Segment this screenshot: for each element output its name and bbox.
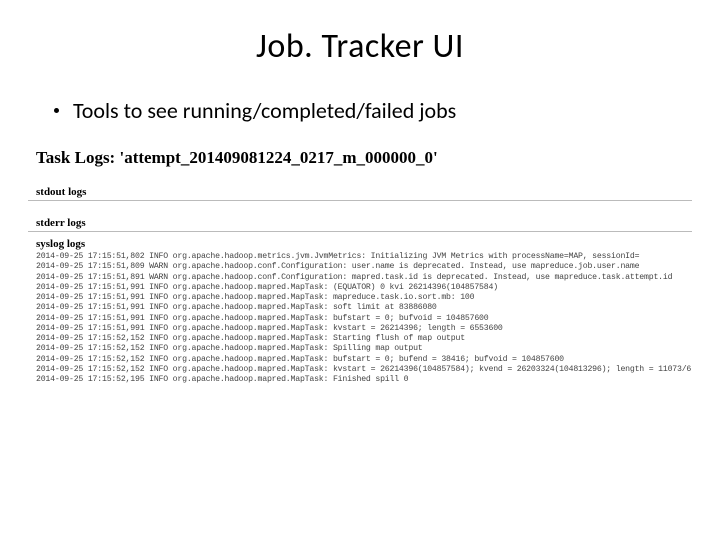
- stderr-section-label: stderr logs: [28, 217, 692, 229]
- stdout-section-label: stdout logs: [28, 186, 692, 198]
- slide: Job. Tracker UI Tools to see running/com…: [0, 0, 720, 385]
- slide-title: Job. Tracker UI: [36, 26, 684, 67]
- bullet-item: Tools to see running/completed/failed jo…: [54, 97, 684, 124]
- task-logs-heading: Task Logs: 'attempt_201409081224_0217_m_…: [28, 148, 692, 168]
- bullet-dot-icon: [54, 108, 59, 113]
- syslog-section-label: syslog logs: [28, 238, 692, 250]
- bullet-text: Tools to see running/completed/failed jo…: [73, 97, 456, 124]
- syslog-log-output: 2014-09-25 17:15:51,802 INFO org.apache.…: [28, 252, 692, 385]
- divider: [28, 231, 692, 232]
- task-logs-prefix: Task Logs:: [36, 148, 119, 167]
- embedded-screenshot: Task Logs: 'attempt_201409081224_0217_m_…: [28, 148, 692, 385]
- divider: [28, 200, 692, 201]
- task-logs-attempt-id: 'attempt_201409081224_0217_m_000000_0': [119, 148, 437, 167]
